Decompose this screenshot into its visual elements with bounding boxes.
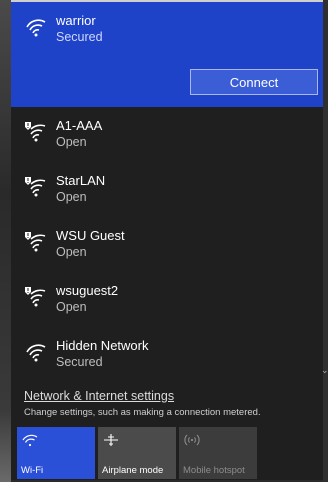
network-item[interactable]: Hidden Network Secured [11, 327, 323, 381]
wifi-icon [22, 434, 38, 447]
network-settings-link[interactable]: Network & Internet settings [24, 389, 174, 403]
network-item[interactable]: WSU Guest Open [11, 217, 323, 271]
network-name: StarLAN [56, 173, 106, 188]
scroll-down-icon[interactable]: ⌄ [321, 365, 328, 376]
wifi-open-icon [25, 232, 46, 252]
wifi-open-icon [25, 287, 46, 307]
network-name: Hidden Network [56, 338, 149, 353]
network-status: Open [56, 300, 87, 314]
airplane-icon [104, 434, 118, 446]
desktop-edge [0, 0, 11, 482]
network-name: WSU Guest [56, 228, 125, 243]
hotspot-icon [184, 434, 200, 446]
tile-label: Mobile hotspot [183, 465, 245, 476]
network-item[interactable]: StarLAN Open [11, 162, 323, 216]
wifi-open-icon [25, 122, 46, 142]
network-item[interactable]: wsuguest2 Open [11, 272, 323, 326]
network-settings-description: Change settings, such as making a connec… [24, 407, 261, 418]
network-status: Open [56, 135, 87, 149]
wifi-secured-icon [26, 344, 46, 362]
tile-label: Wi-Fi [21, 465, 44, 476]
network-status: Secured [56, 355, 103, 369]
network-name: warrior [56, 13, 96, 28]
connect-button[interactable]: Connect [190, 69, 318, 95]
network-status: Open [56, 190, 87, 204]
wifi-secured-icon [26, 19, 46, 37]
wifi-toggle-tile[interactable]: Wi-Fi [17, 427, 95, 479]
airplane-mode-tile[interactable]: Airplane mode [98, 427, 176, 479]
scrollbar-track[interactable] [323, 0, 328, 482]
mobile-hotspot-tile[interactable]: Mobile hotspot [179, 427, 257, 479]
network-status: Secured [56, 30, 103, 44]
tile-label: Airplane mode [102, 465, 164, 476]
network-flyout: warrior Secured Connect A1-AAA Open Star… [11, 2, 328, 480]
network-item[interactable]: A1-AAA Open [11, 107, 323, 161]
network-name: A1-AAA [56, 118, 103, 133]
wifi-open-icon [25, 177, 46, 197]
network-item-selected[interactable]: warrior Secured Connect [11, 2, 323, 107]
network-status: Open [56, 245, 87, 259]
network-name: wsuguest2 [56, 283, 119, 298]
